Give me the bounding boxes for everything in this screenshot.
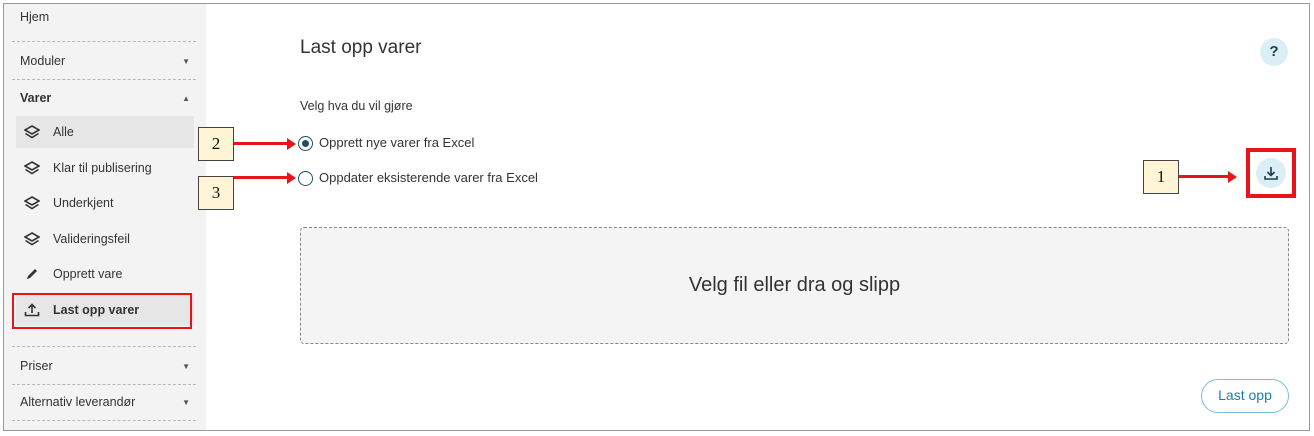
chevron-down-icon: ▼ [182,57,190,66]
divider [12,346,196,347]
radio-create-new[interactable] [298,136,313,151]
chevron-down-icon: ▼ [182,362,190,371]
callout-3: 3 [198,176,234,210]
pencil-icon [27,269,37,279]
layers-icon [24,161,40,175]
sidebar-item-klar-til-publisering[interactable]: Klar til publisering [16,152,194,184]
sidebar-section-label: Moduler [20,54,66,68]
callout-arrow [234,142,289,145]
sidebar-item-underkjent[interactable]: Underkjent [16,187,194,219]
arrow-head [287,171,296,184]
page-title: Last opp varer [300,37,422,58]
radio-create-new-label[interactable]: Opprett nye varer fra Excel [319,135,474,150]
sidebar-section-label: Alternativ leverandør [20,395,136,409]
sidebar-item-opprett-vare[interactable]: Opprett vare [16,258,194,290]
chevron-up-icon: ▲ [182,94,190,103]
callout-arrow [1179,175,1229,178]
callout-1: 1 [1143,160,1179,194]
sidebar: Hjem Moduler ▼ Varer ▲ Alle Klar til pub… [4,4,206,430]
layers-icon [24,232,40,246]
radio-update-existing[interactable] [298,171,313,186]
radio-update-existing-label[interactable]: Oppdater eksisterende varer fra Excel [319,170,538,185]
sidebar-section-label: Varer [20,91,52,105]
sidebar-home-label: Hjem [20,10,50,24]
sidebar-item-valideringsfeil[interactable]: Valideringsfeil [16,223,194,255]
divider [12,79,196,80]
sidebar-item-label: Underkjent [53,196,114,210]
upload-button[interactable]: Last opp [1201,379,1289,413]
sidebar-item-label: Alle [53,125,74,139]
help-button[interactable]: ? [1260,38,1288,66]
divider [12,384,196,385]
sidebar-item-label: Klar til publisering [53,161,152,175]
divider [12,41,196,42]
highlight-box [12,293,192,329]
layers-icon [24,196,40,210]
download-icon [1264,167,1278,180]
layers-icon [24,125,40,139]
sidebar-item-alle[interactable]: Alle [16,116,194,148]
option-prompt: Velg hva du vil gjøre [300,99,413,113]
arrow-head [287,137,296,150]
sidebar-section-label: Priser [20,359,53,373]
callout-2: 2 [198,127,234,161]
dropzone-label: Velg fil eller dra og slipp [688,274,901,296]
arrow-head [1228,170,1237,183]
callout-arrow [234,176,289,179]
divider [12,420,196,421]
download-template-button[interactable] [1256,158,1286,188]
sidebar-item-label: Opprett vare [53,267,123,281]
chevron-down-icon: ▼ [182,398,190,407]
file-dropzone[interactable]: Velg fil eller dra og slipp [300,227,1289,344]
sidebar-item-label: Valideringsfeil [53,232,130,246]
